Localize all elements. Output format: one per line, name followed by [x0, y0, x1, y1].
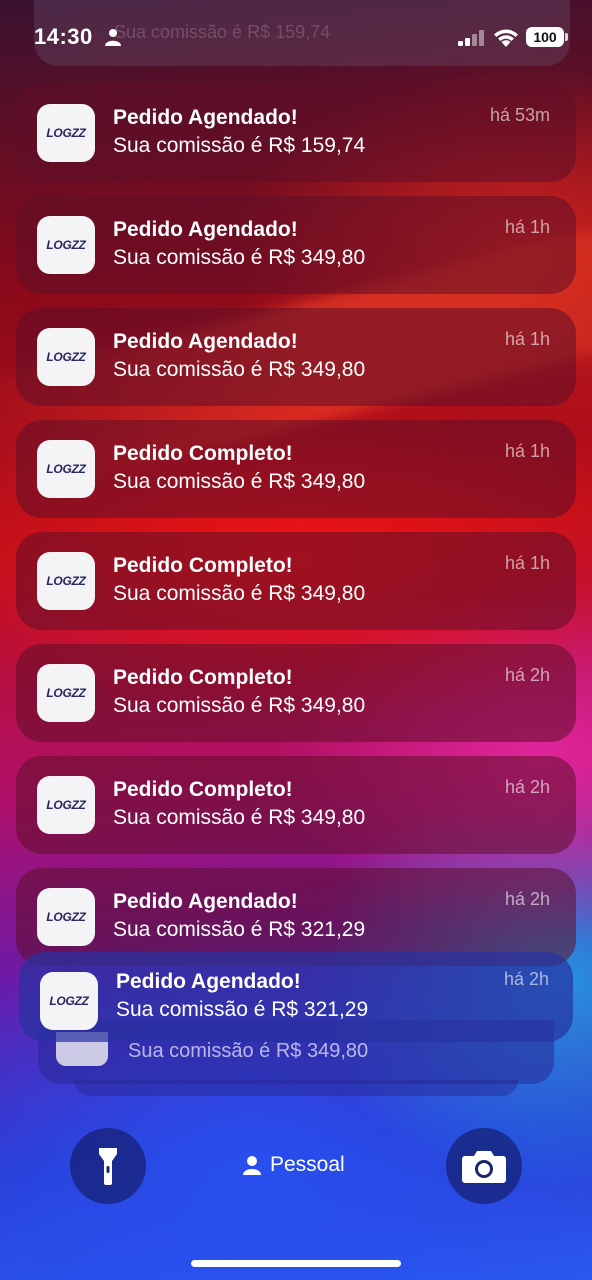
wifi-icon [494, 29, 518, 47]
notification-time: há 1h [504, 217, 550, 237]
notification-title: Pedido Completo! [113, 554, 293, 577]
notification-title: Pedido Agendado! [113, 218, 298, 241]
notification-title: Pedido Completo! [113, 666, 293, 689]
app-icon: LOGZZ [37, 328, 95, 386]
notification-title: Pedido Agendado! [116, 970, 301, 993]
app-icon: LOGZZ [37, 104, 95, 162]
app-logo: LOGZZ [49, 994, 89, 1008]
app-logo: LOGZZ [46, 798, 86, 812]
app-logo: LOGZZ [46, 126, 86, 140]
notification-time: há 1h [504, 441, 550, 461]
app-logo: LOGZZ [46, 574, 86, 588]
app-icon: LOGZZ [37, 888, 95, 946]
notification-body: Sua comissão é R$ 349,80 [113, 470, 366, 493]
notification-title: Pedido Agendado! [113, 330, 298, 353]
notification-body: Sua comissão é R$ 349,80 [113, 806, 366, 829]
battery-indicator: 100 [526, 27, 568, 47]
person-icon [243, 1156, 261, 1175]
notification-body: Sua comissão é R$ 321,29 [116, 998, 369, 1021]
app-logo: LOGZZ [46, 686, 86, 700]
notification-body: Sua comissão é R$ 349,80 [113, 582, 366, 605]
flashlight-icon [99, 1148, 117, 1185]
notification-title: Pedido Completo! [113, 778, 293, 801]
notification-card[interactable]: LOGZZ Pedido Agendado! Sua comissão é R$… [16, 196, 576, 294]
app-icon: LOGZZ [37, 552, 95, 610]
notification-card[interactable]: LOGZZ Pedido Agendado! Sua comissão é R$… [19, 952, 573, 1042]
notification-time: há 53m [489, 105, 550, 125]
notification-time: há 2h [504, 777, 550, 797]
notification-body: Sua comissão é R$ 349,80 [113, 694, 366, 717]
notification-card[interactable]: LOGZZ Pedido Agendado! Sua comissão é R$… [16, 308, 576, 406]
notification-body: Sua comissão é R$ 349,80 [128, 1040, 369, 1062]
app-logo: LOGZZ [46, 462, 86, 476]
notification-body: Sua comissão é R$ 159,74 [113, 134, 366, 157]
notification-card[interactable]: LOGZZ Pedido Completo! Sua comissão é R$… [16, 532, 576, 630]
home-indicator[interactable] [191, 1260, 401, 1267]
clock: 14:30 [34, 24, 93, 49]
app-logo: LOGZZ [46, 350, 86, 364]
app-icon: LOGZZ [37, 216, 95, 274]
app-logo: LOGZZ [46, 238, 86, 252]
notification-title: Pedido Agendado! [113, 890, 298, 913]
notification-time: há 2h [504, 889, 550, 909]
notification-card[interactable]: LOGZZ Pedido Completo! Sua comissão é R$… [16, 420, 576, 518]
notification-card[interactable]: LOGZZ Pedido Completo! Sua comissão é R$… [16, 756, 576, 854]
status-bar: 14:30 100 [0, 0, 592, 70]
app-icon: LOGZZ [37, 664, 95, 722]
app-icon: LOGZZ [37, 440, 95, 498]
notification-time: há 1h [504, 329, 550, 349]
notification-card[interactable]: LOGZZ Pedido Agendado! Sua comissão é R$… [16, 84, 576, 182]
app-icon: LOGZZ [40, 972, 98, 1030]
person-icon [105, 29, 121, 46]
notification-body: Sua comissão é R$ 349,80 [113, 246, 366, 269]
notification-time: há 2h [504, 665, 550, 685]
notification-time: há 1h [504, 553, 550, 573]
notification-time: há 2h [503, 969, 549, 989]
notification-card[interactable]: LOGZZ Pedido Completo! Sua comissão é R$… [16, 644, 576, 742]
notification-title: Pedido Completo! [113, 442, 293, 465]
flashlight-button[interactable] [70, 1128, 146, 1204]
camera-button[interactable] [446, 1128, 522, 1204]
notification-body: Sua comissão é R$ 321,29 [113, 918, 366, 941]
camera-icon [462, 1151, 506, 1183]
cellular-signal-icon [458, 30, 484, 46]
app-logo: LOGZZ [46, 910, 86, 924]
app-icon: LOGZZ [37, 776, 95, 834]
focus-mode[interactable]: Pessoal [242, 1153, 345, 1177]
focus-mode-label: Pessoal [270, 1153, 345, 1176]
notification-title: Pedido Agendado! [113, 106, 298, 129]
notification-body: Sua comissão é R$ 349,80 [113, 358, 366, 381]
